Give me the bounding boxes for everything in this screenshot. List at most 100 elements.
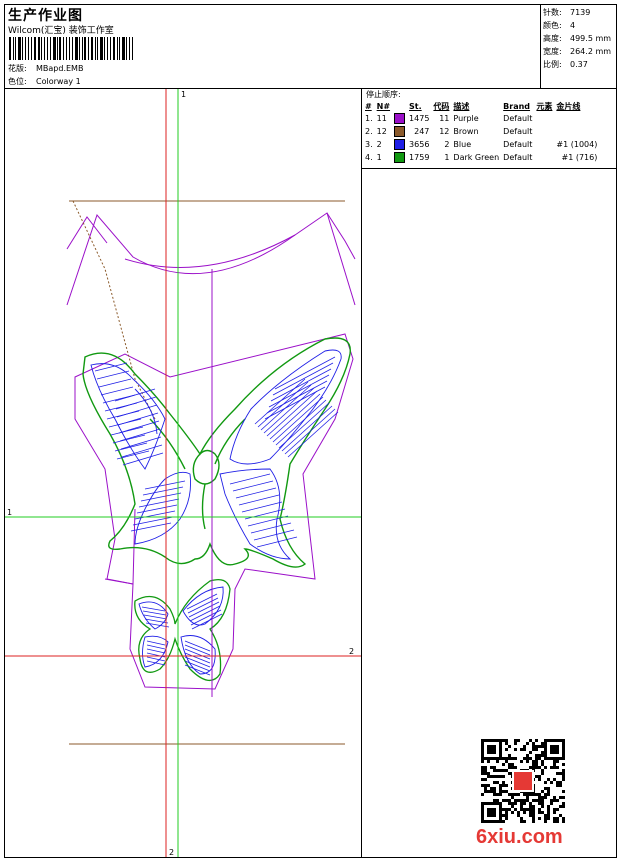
- qr-module: [538, 817, 541, 820]
- stop-index: 2.: [365, 127, 373, 136]
- barcode-bar: [31, 37, 32, 60]
- qr-module: [553, 796, 556, 799]
- barcode-bar: [68, 37, 71, 60]
- stop-description: Purple: [453, 114, 479, 123]
- qr-module: [505, 757, 508, 760]
- qr-module: [505, 748, 508, 751]
- qr-module: [562, 796, 565, 799]
- satin-stitch-line: [146, 640, 166, 646]
- qr-module: [526, 754, 529, 757]
- qr-module: [523, 820, 526, 823]
- qr-module: [514, 808, 517, 811]
- qr-module: [562, 763, 565, 766]
- qr-module: [508, 766, 511, 769]
- qr-module: [511, 757, 514, 760]
- qr-module: [532, 793, 535, 796]
- barcode-bar: [12, 37, 14, 60]
- col-header-index: #: [365, 101, 372, 111]
- barcode-bar: [75, 37, 78, 60]
- qr-module: [532, 799, 535, 802]
- qr-module: [538, 808, 541, 811]
- qr-module: [493, 781, 496, 784]
- axis-v1-label: 1: [181, 90, 186, 99]
- qr-module: [559, 814, 562, 817]
- stop-needle: 1: [376, 153, 382, 162]
- stitches-label: 针数:: [543, 8, 562, 17]
- qr-module: [496, 799, 499, 802]
- qr-module: [547, 805, 550, 808]
- qr-module: [502, 808, 505, 811]
- panel-divider: [361, 88, 362, 858]
- qr-module: [529, 739, 532, 742]
- qr-module: [493, 775, 496, 778]
- qr-module: [514, 802, 517, 805]
- qr-module: [493, 790, 496, 793]
- stop-index: 3.: [365, 140, 373, 149]
- qr-module: [532, 811, 535, 814]
- qr-module: [502, 781, 505, 784]
- barcode-bar: [122, 37, 125, 60]
- qr-module: [553, 808, 556, 811]
- qr-module: [559, 796, 562, 799]
- barcode: [9, 37, 135, 60]
- stop-color-swatch: [392, 125, 407, 138]
- qr-module: [535, 757, 538, 760]
- qr-module: [502, 814, 505, 817]
- barcode-bar: [78, 37, 80, 60]
- qr-module: [562, 802, 565, 805]
- stop-needle: 2: [376, 140, 382, 149]
- stop-sequin: #1 (1004): [556, 140, 598, 149]
- qr-module: [538, 796, 541, 799]
- qr-module: [538, 799, 541, 802]
- qr-module: [505, 739, 508, 742]
- qr-module: [562, 817, 565, 820]
- qr-module: [511, 811, 514, 814]
- qr-module: [484, 784, 487, 787]
- barcode-bar: [119, 37, 121, 60]
- qr-module: [502, 763, 505, 766]
- qr-module: [541, 805, 544, 808]
- qr-module: [535, 748, 538, 751]
- qr-module: [481, 778, 484, 781]
- qr-module: [556, 817, 559, 820]
- qr-module: [535, 763, 538, 766]
- qr-module: [532, 814, 535, 817]
- qr-module: [529, 766, 532, 769]
- stop-sequence-title: 停止顺序:: [366, 90, 401, 99]
- barcode-bar: [110, 37, 111, 60]
- qr-module: [544, 787, 547, 790]
- qr-module: [559, 784, 562, 787]
- stop-color-swatch: [392, 138, 407, 151]
- qr-module: [538, 802, 541, 805]
- qr-module: [520, 817, 523, 820]
- barcode-bar: [15, 37, 17, 60]
- axis-h2-label: 2: [349, 647, 354, 656]
- qr-module: [550, 799, 553, 802]
- colors-row: 颜色: 4: [543, 20, 575, 31]
- qr-module: [544, 820, 547, 823]
- barcode-bar: [43, 37, 45, 60]
- qr-module: [487, 772, 490, 775]
- qr-module: [532, 748, 535, 751]
- qr-module: [490, 766, 493, 769]
- qr-module: [520, 748, 523, 751]
- qr-module: [520, 820, 523, 823]
- qr-module: [523, 808, 526, 811]
- qr-module: [505, 811, 508, 814]
- qr-module: [499, 787, 502, 790]
- qr-module: [508, 802, 511, 805]
- height-row: 高度: 499.5 mm: [543, 33, 611, 44]
- qr-module: [481, 760, 484, 763]
- satin-stitch-line: [114, 442, 148, 452]
- qr-module: [511, 805, 514, 808]
- qr-module: [535, 760, 538, 763]
- qr-module: [550, 802, 553, 805]
- satin-stitch-line: [272, 396, 324, 443]
- qr-module: [562, 778, 565, 781]
- qr-module: [532, 745, 535, 748]
- qr-module: [526, 799, 529, 802]
- stops-divider: [361, 168, 617, 169]
- qr-module: [535, 739, 538, 742]
- satin-stitch-line: [241, 501, 283, 513]
- stop-index: 1.: [365, 114, 373, 123]
